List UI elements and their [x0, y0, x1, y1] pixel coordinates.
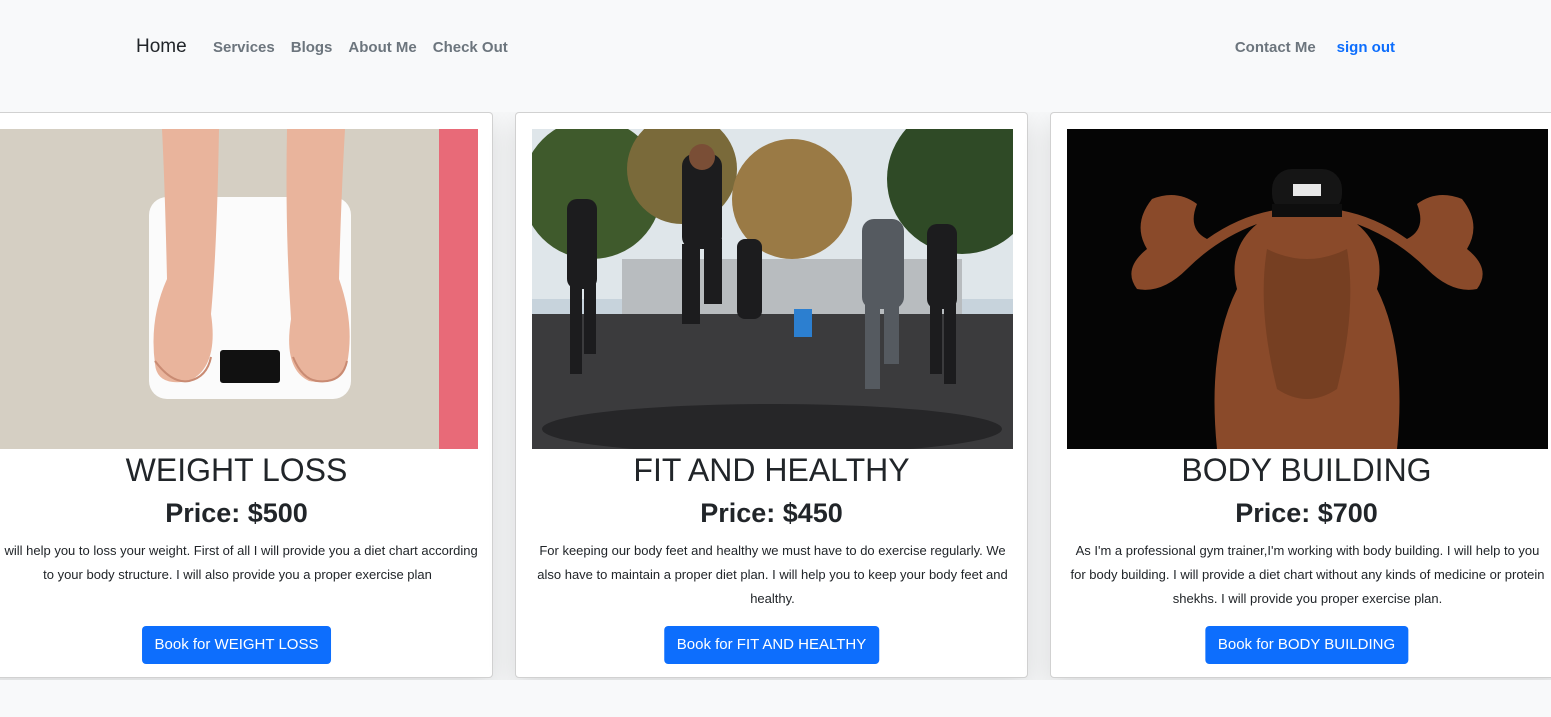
- body-building-image: [1067, 129, 1548, 449]
- card-price: Price: $700: [1235, 498, 1378, 528]
- nav-link-check-out[interactable]: Check Out: [433, 38, 508, 58]
- book-body-building-button[interactable]: Book for BODY BUILDING: [1204, 626, 1409, 664]
- card-price: Price: $500: [165, 498, 308, 528]
- card-description: For keeping our body feet and healthy we…: [537, 543, 1008, 606]
- service-card-fit-and-healthy: FIT AND HEALTHY Price: $450 For keeping …: [515, 112, 1028, 678]
- card-price: Price: $450: [700, 498, 843, 528]
- nav-link-services[interactable]: Services: [213, 38, 275, 58]
- sign-out-link[interactable]: sign out: [1337, 38, 1395, 58]
- book-weight-loss-button[interactable]: Book for WEIGHT LOSS: [141, 626, 332, 664]
- book-fit-and-healthy-button[interactable]: Book for FIT AND HEALTHY: [663, 626, 880, 664]
- services-cards-row: WEIGHT LOSS Price: $500 I will help you …: [0, 112, 1551, 680]
- nav-link-about-me[interactable]: About Me: [348, 38, 416, 58]
- nav-left-group: Services Blogs About Me Check Out: [213, 38, 508, 58]
- nav-link-contact-me[interactable]: Contact Me: [1235, 38, 1316, 58]
- nav-right-group: Contact Me sign out: [1235, 38, 1395, 58]
- card-title: FIT AND HEALTHY: [633, 452, 910, 488]
- service-card-body-building: BODY BUILDING Price: $700 As I'm a profe…: [1050, 112, 1551, 678]
- card-title: BODY BUILDING: [1181, 452, 1432, 488]
- service-card-weight-loss: WEIGHT LOSS Price: $500 I will help you …: [0, 112, 493, 678]
- weight-loss-image: [0, 129, 478, 449]
- card-description: I will help you to loss your weight. Fir…: [0, 543, 478, 582]
- fit-and-healthy-image: [532, 129, 1013, 449]
- nav-link-blogs[interactable]: Blogs: [291, 38, 333, 58]
- card-description: As I'm a professional gym trainer,I'm wo…: [1070, 543, 1545, 606]
- card-title: WEIGHT LOSS: [125, 452, 348, 488]
- top-navbar: Home Services Blogs About Me Check Out C…: [0, 0, 1551, 96]
- home-link[interactable]: Home: [136, 36, 187, 58]
